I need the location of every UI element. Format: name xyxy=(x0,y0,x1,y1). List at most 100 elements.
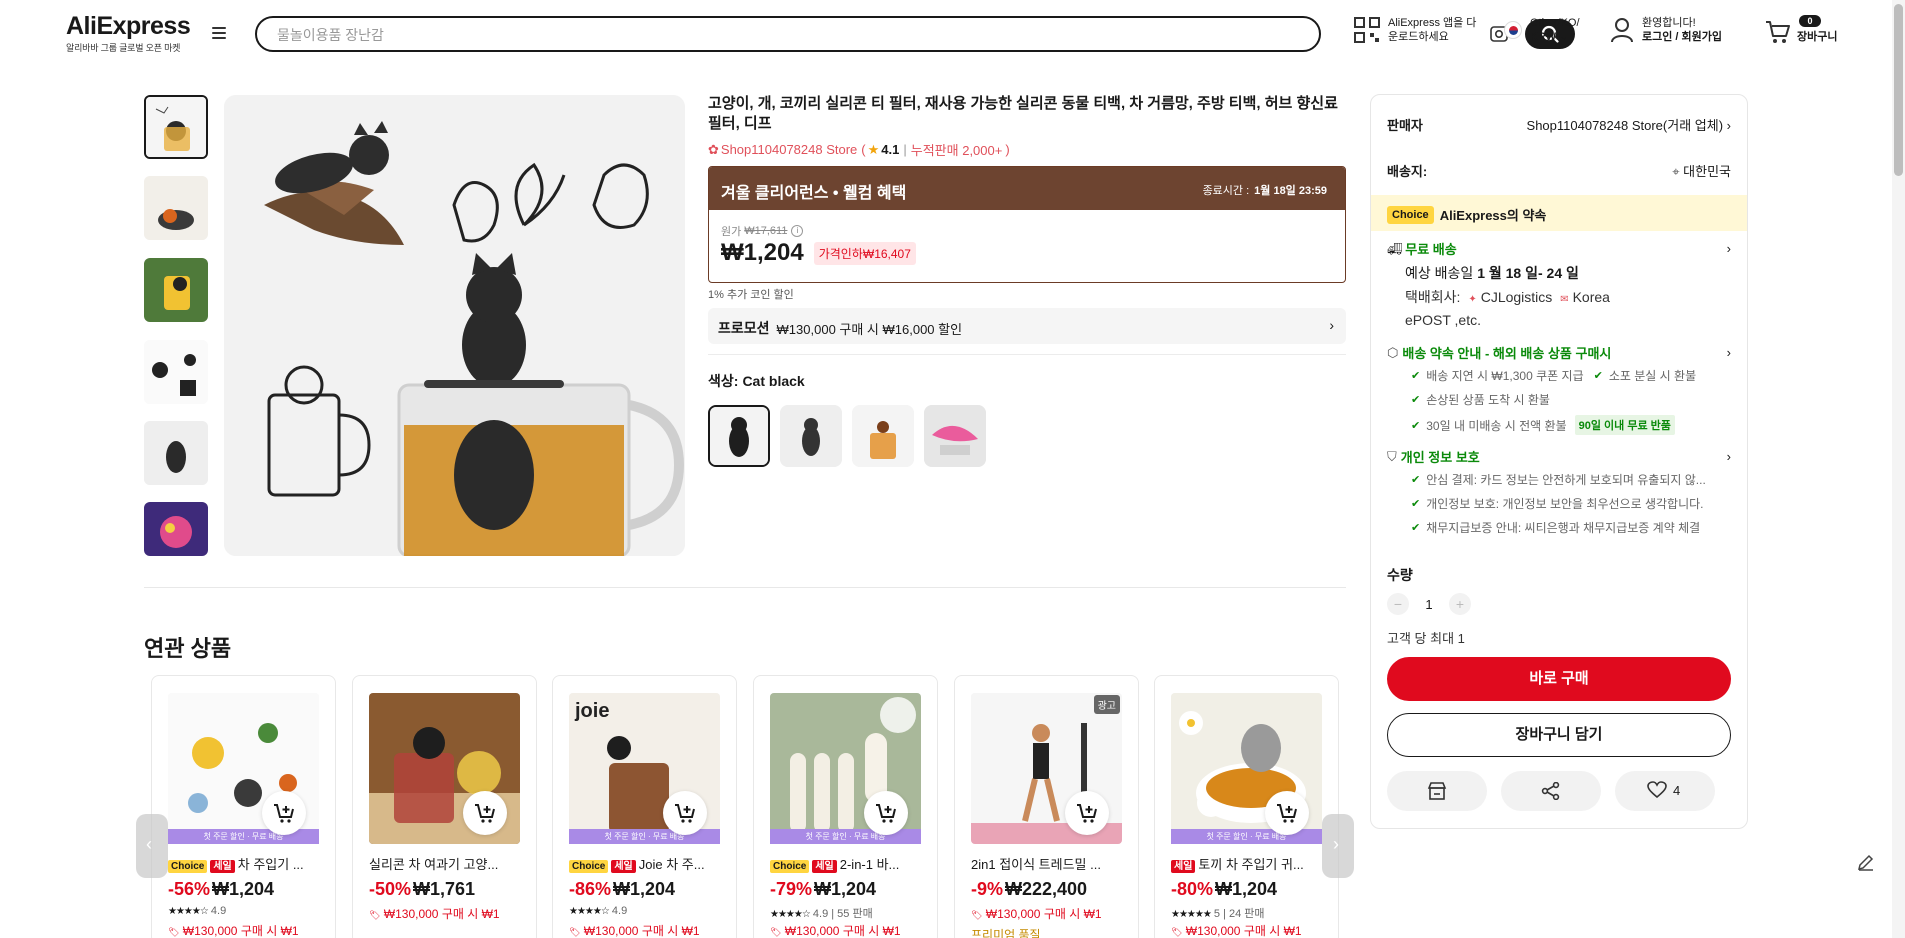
store-button[interactable] xyxy=(1387,771,1487,811)
privacy-row[interactable]: ⛉ 개인 정보 보호 › xyxy=(1387,447,1731,466)
delivery-promise-row[interactable]: ⬡ 배송 약속 안내 - 해외 배송 상품 구매시 › xyxy=(1387,343,1731,362)
scrollbar-thumb[interactable] xyxy=(1894,4,1903,176)
feedback-edit-icon[interactable] xyxy=(1856,852,1876,872)
search-input[interactable] xyxy=(277,25,1177,45)
thumbnail-2[interactable] xyxy=(144,176,208,240)
rating-value: 5 xyxy=(1213,908,1221,920)
app-download-link[interactable]: AliExpress 앱을 다 운로드하세요 xyxy=(1354,16,1476,44)
related-card[interactable]: 첫 주문 할인 · 무료 배송 세일 토끼 차 주입기 귀... -80% ₩1,2… xyxy=(1154,675,1339,938)
carousel-prev-button[interactable]: ‹ xyxy=(136,814,168,878)
coupon-icon: 🏷︎ xyxy=(569,927,581,937)
thumbnail-5[interactable] xyxy=(144,421,208,485)
qty-decrement-button[interactable]: − xyxy=(1387,593,1409,615)
add-to-cart-icon-button[interactable] xyxy=(262,791,306,835)
deal-text: ₩130,000 구매 시 ₩1 xyxy=(383,907,500,921)
ship-to-row[interactable]: 배송지: ⌖ 대한민국 xyxy=(1387,161,1731,180)
chevron-right-icon: › xyxy=(1726,449,1731,464)
main-product-image[interactable] xyxy=(224,95,685,556)
original-label: 원가 xyxy=(721,226,742,238)
store-icon xyxy=(1427,782,1447,800)
locale-selector[interactable]: Other/KO/ KRW ⌄ xyxy=(1504,16,1580,44)
deal-text: ₩130,000 구매 시 ₩1 xyxy=(1185,924,1302,938)
sold-count: 24 판매 xyxy=(1229,908,1265,920)
related-card[interactable]: 광고 2in1 접이식 트레드밀 ... -9% ₩222,400 🏷︎ ₩130… xyxy=(954,675,1139,938)
sale-tag: 세일 xyxy=(611,860,636,873)
free-shipping-row[interactable]: 🚚︎ 무료 배송 › xyxy=(1387,239,1731,258)
first-order-strip: 첫 주문 할인 · 무료 배송 xyxy=(569,829,720,844)
add-to-cart-button[interactable]: 장바구니 담기 xyxy=(1387,713,1731,757)
promo-price-box: 겨울 클리어런스 • 웰컴 혜택 종료시간 : 1월 18일 23:59 원가 … xyxy=(708,166,1346,283)
truck-icon: 🚚︎ xyxy=(1387,241,1403,256)
cart-plus-icon xyxy=(1277,804,1297,823)
promotion-text: ₩130,000 구매 시 ₩16,000 할인 xyxy=(776,321,963,337)
product-price: ₩222,400 xyxy=(1005,879,1088,899)
currency-label: KRW xyxy=(1530,31,1557,43)
share-icon xyxy=(1541,782,1560,800)
buy-now-button[interactable]: 바로 구매 xyxy=(1387,657,1731,701)
choice-tag: Choice xyxy=(770,860,810,873)
check-icon: ✔ xyxy=(1593,370,1603,382)
related-card[interactable]: joie 첫 주문 할인 · 무료 배송 Choice 세일 Joie 차 주...… xyxy=(552,675,737,938)
add-to-cart-icon-button[interactable] xyxy=(864,791,908,835)
location-pin-icon: ⌖ xyxy=(1672,164,1680,179)
promotion-label: 프로모션 xyxy=(718,320,770,336)
korea-post-icon: ✉ xyxy=(1560,294,1569,305)
rating-value: 4.9 xyxy=(611,905,628,917)
discount-percent: -56% xyxy=(168,879,211,899)
add-to-cart-icon-button[interactable] xyxy=(1065,791,1109,835)
courier-2: Korea xyxy=(1572,289,1610,305)
first-order-strip: 첫 주문 할인 · 무료 배송 xyxy=(770,829,921,844)
thumbnail-1[interactable] xyxy=(144,95,208,159)
login-signup-link[interactable]: 로그인 / 회원가입 xyxy=(1642,31,1722,43)
add-to-cart-icon-button[interactable] xyxy=(663,791,707,835)
related-card[interactable]: 첫 주문 할인 · 무료 배송 Choice 세일 2-in-1 바... -79%… xyxy=(753,675,938,938)
promotion-row[interactable]: 프로모션 ₩130,000 구매 시 ₩16,000 할인 › xyxy=(708,308,1346,344)
swatch-4[interactable] xyxy=(924,405,986,467)
account-menu[interactable]: 환영합니다! 로그인 / 회원가입 xyxy=(1610,16,1722,44)
free-shipping-label: 무료 배송 xyxy=(1405,242,1457,257)
add-to-cart-icon-button[interactable] xyxy=(1265,791,1309,835)
promise-title: 배송 약속 안내 - 해외 배송 상품 구매시 xyxy=(1402,346,1612,361)
premium-label: 프리미엄 품질 xyxy=(971,928,1041,938)
check-icon: ✔ xyxy=(1411,370,1421,382)
thumbnail-6[interactable] xyxy=(144,502,208,556)
search-bar xyxy=(255,16,1575,52)
promise-2: 소포 분실 시 환불 xyxy=(1608,369,1697,383)
discount-percent: -9% xyxy=(971,879,1004,899)
wishlist-button[interactable]: 4 xyxy=(1615,771,1715,811)
store-name[interactable]: Shop1104078248 Store xyxy=(721,142,857,157)
top-header: AliExpress 알리바바 그룹 글로벌 오픈 마켓 AliExpress … xyxy=(0,0,1905,66)
thumbnail-3[interactable] xyxy=(144,258,208,322)
coupon-icon: 🏷︎ xyxy=(369,910,381,920)
seller-row[interactable]: 판매자 Shop1104078248 Store(거래 업체) › xyxy=(1387,115,1731,134)
aliexpress-logo[interactable]: AliExpress 알리바바 그룹 글로벌 오픈 마켓 xyxy=(66,12,191,54)
info-icon[interactable]: i xyxy=(791,225,804,237)
carousel-next-button[interactable]: › xyxy=(1322,814,1354,878)
share-button[interactable] xyxy=(1501,771,1601,811)
store-info[interactable]: ✿ Shop1104078248 Store ( ★ 4.1 | 누적판매 2,… xyxy=(708,140,1010,159)
swatch-3[interactable] xyxy=(852,405,914,467)
swatch-cat-black[interactable] xyxy=(708,405,770,467)
discount-percent: -50% xyxy=(369,879,412,899)
first-order-strip: 첫 주문 할인 · 무료 배송 xyxy=(1171,829,1322,844)
choice-tag: Choice xyxy=(1387,205,1434,224)
qty-value[interactable]: 1 xyxy=(1409,597,1449,612)
cart-label: 장바구니 xyxy=(1797,31,1838,43)
product-name: 2-in-1 바... xyxy=(839,857,900,872)
original-price: ₩17,611 xyxy=(744,225,788,237)
check-icon: ✔ xyxy=(1411,522,1421,534)
seller-value[interactable]: Shop1104078248 Store(거래 업체) xyxy=(1527,118,1724,133)
cart-plus-icon xyxy=(876,804,896,823)
related-card[interactable]: 첫 주문 할인 · 무료 배송 Choice 세일 차 주입기 ... -56% ₩1… xyxy=(151,675,336,938)
related-title: 연관 상품 xyxy=(144,636,232,661)
qty-increment-button[interactable]: + xyxy=(1449,593,1471,615)
add-to-cart-icon-button[interactable] xyxy=(463,791,507,835)
related-card[interactable]: 실리콘 차 여과기 고양... -50% ₩1,761 🏷︎ ₩130,000 구… xyxy=(352,675,537,938)
cart-icon xyxy=(1766,21,1790,43)
sale-price: ₩1,204 xyxy=(721,239,804,266)
check-icon: ✔ xyxy=(1411,419,1421,432)
logo-subtitle: 알리바바 그룹 글로벌 오픈 마켓 xyxy=(66,43,181,53)
swatch-cat-2[interactable] xyxy=(780,405,842,467)
thumbnail-4[interactable] xyxy=(144,340,208,404)
menu-icon[interactable] xyxy=(212,27,226,39)
